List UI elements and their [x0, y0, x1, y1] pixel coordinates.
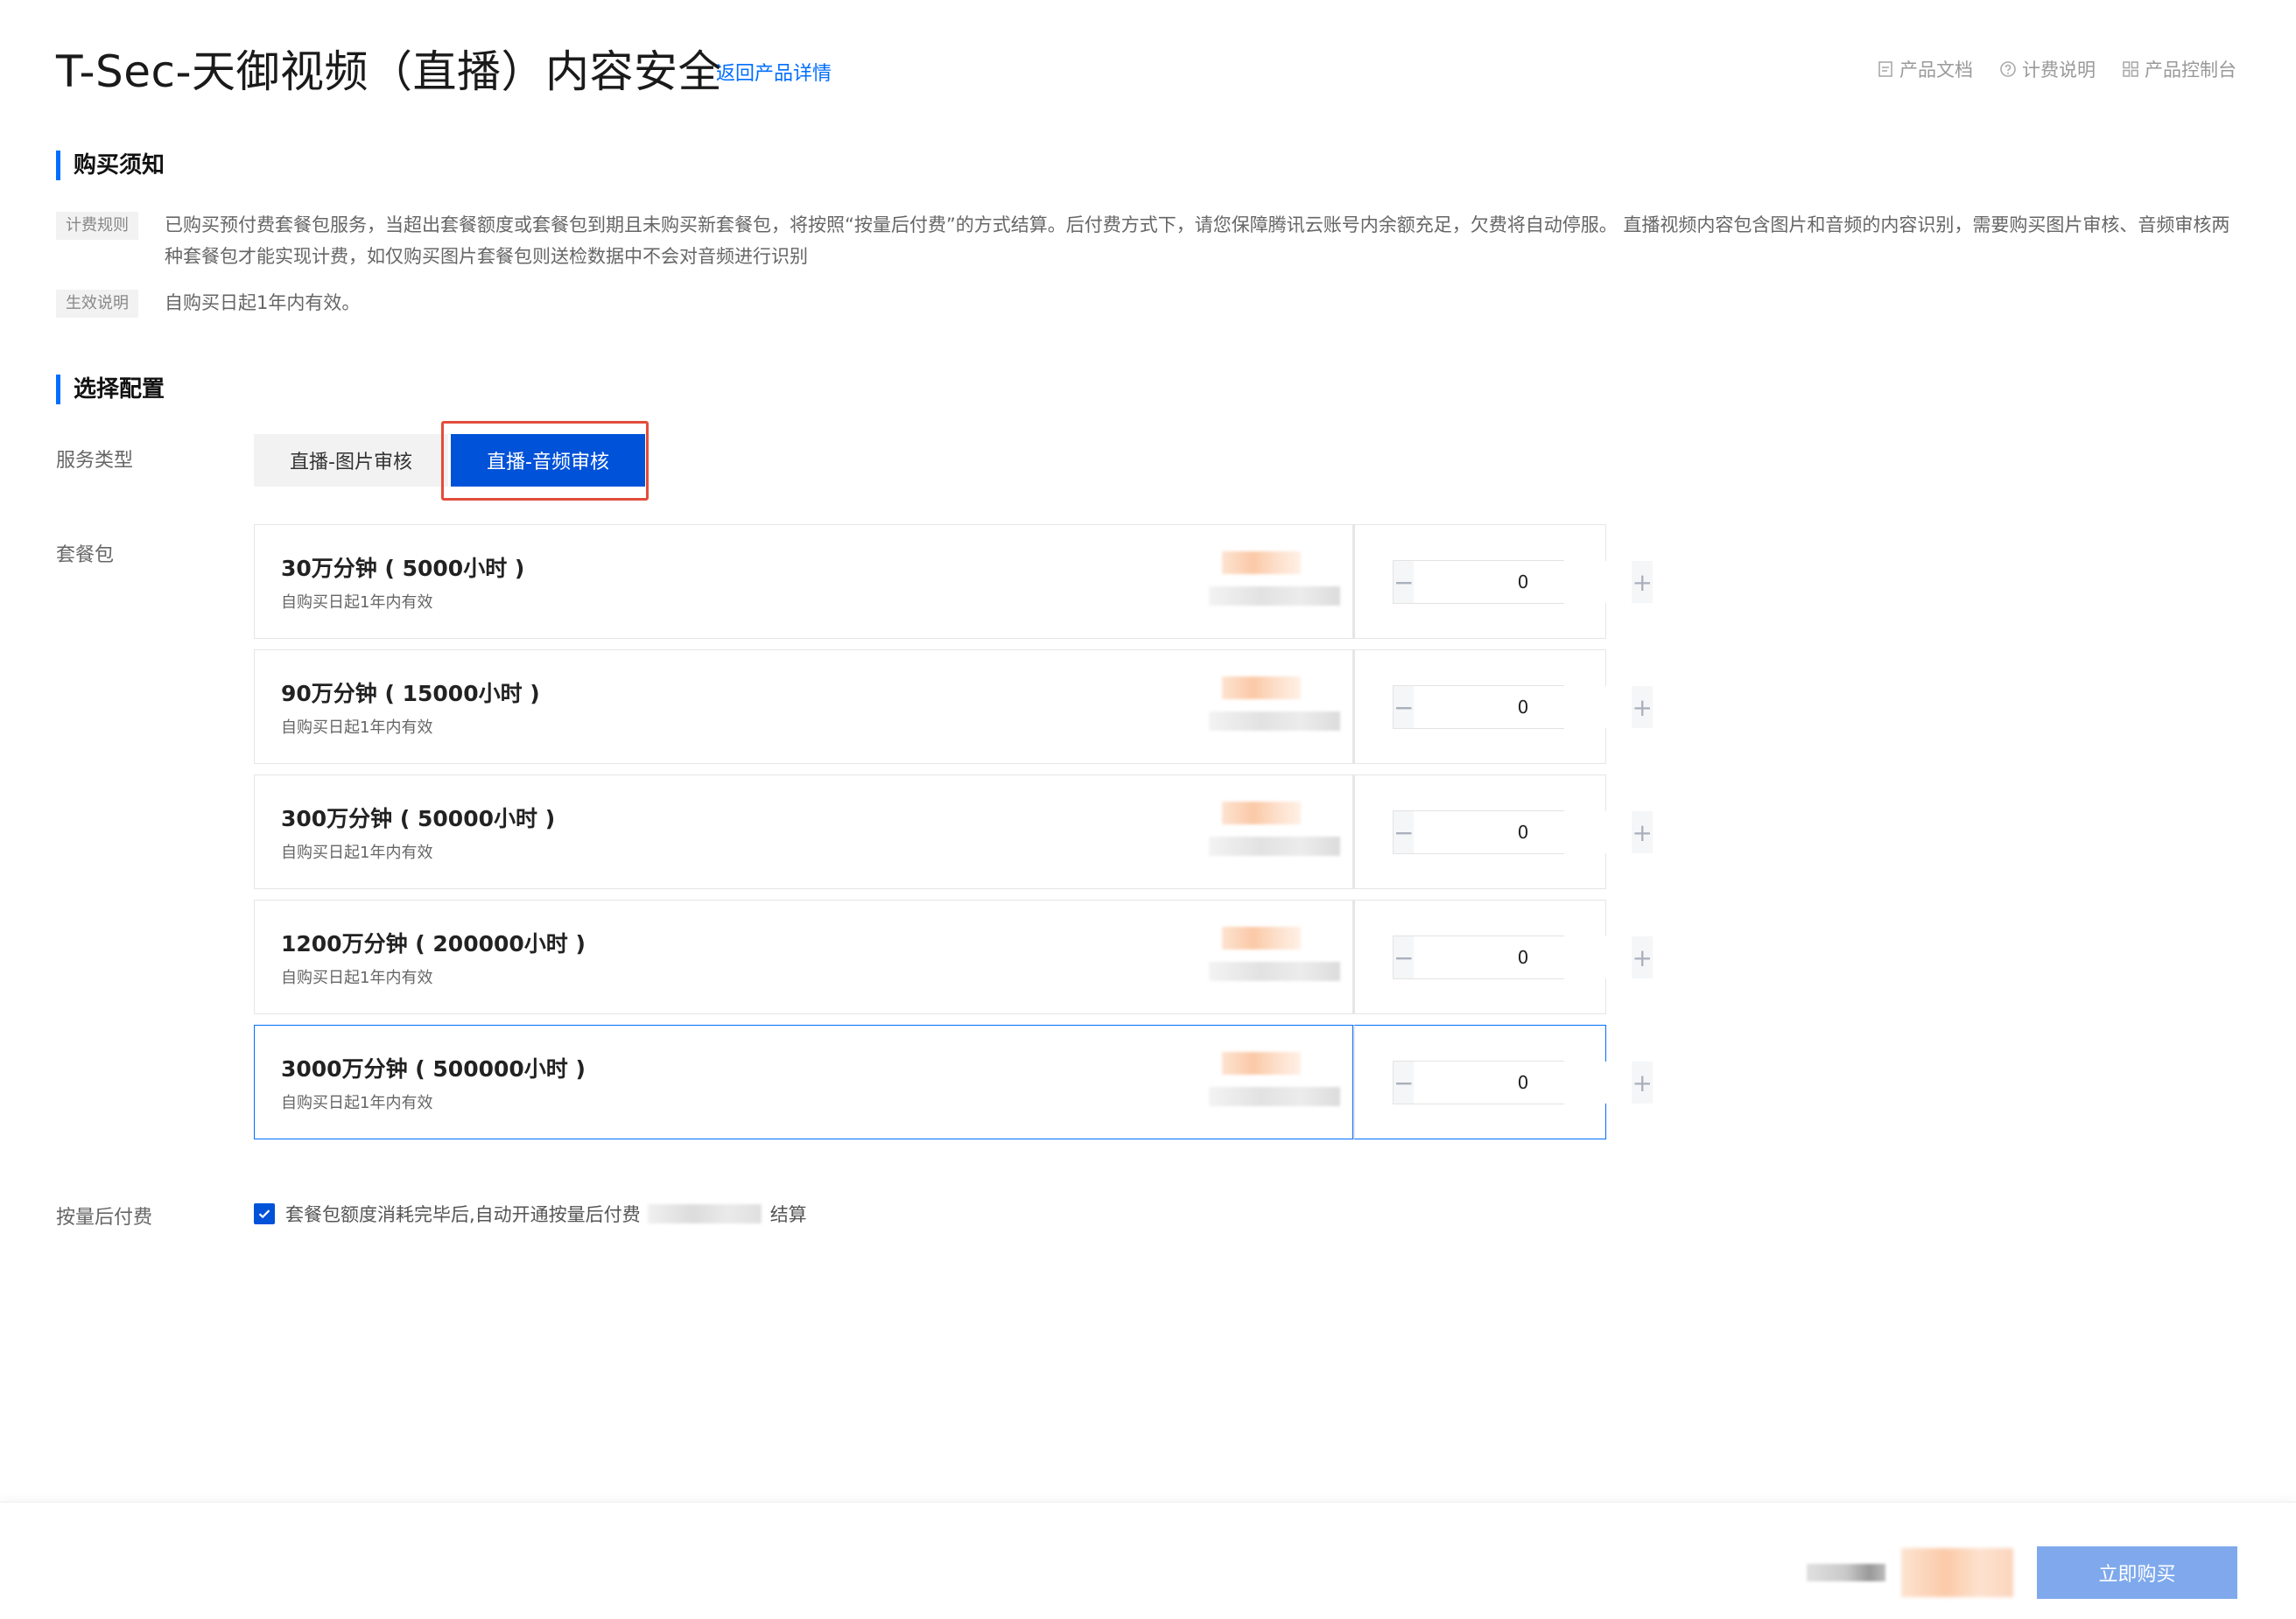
total-price-redacted [1901, 1548, 2013, 1597]
package-desc: 自购买日起1年内有效 [281, 1094, 433, 1112]
notice-text-billing: 已购买预付费套餐包服务，当超出套餐额度或套餐包到期且未购买新套餐包，将按照“按量… [165, 214, 2230, 267]
package-info[interactable]: 3000万分钟 ( 500000小时 ) 自购买日起1年内有效 [254, 1025, 1353, 1139]
notice-section-title: 购买须知 [56, 151, 165, 180]
buy-now-button[interactable]: 立即购买 [2037, 1546, 2237, 1599]
postpaid-option: 套餐包额度消耗完毕后,自动开通按量后付费 结算 [254, 1201, 807, 1227]
package-price-redacted [1209, 676, 1345, 739]
product-console-label: 产品控制台 [2145, 60, 2236, 81]
decrement-button[interactable]: − [1394, 686, 1415, 728]
increment-button[interactable]: + [1632, 686, 1653, 728]
top-links: 产品文档 计费说明 产品控制台 [1877, 56, 2236, 82]
quantity-stepper: − + [1393, 1061, 1653, 1104]
postpaid-price-redacted [647, 1204, 762, 1223]
product-docs-label: 产品文档 [1899, 60, 1973, 81]
package-name: 3000万分钟 ( 500000小时 ) [281, 1056, 586, 1082]
page-title: T-Sec-天御视频（直播）内容安全 [56, 46, 723, 97]
package-quantity: − + [1353, 900, 1653, 1014]
package-row-selected[interactable]: 3000万分钟 ( 500000小时 ) 自购买日起1年内有效 − + [254, 1025, 1653, 1139]
postpaid-label: 按量后付费 [56, 1207, 153, 1229]
postpaid-suffix: 结算 [769, 1204, 807, 1225]
notice-tag-billing: 计费规则 [56, 212, 138, 240]
quantity-stepper: − + [1393, 810, 1653, 854]
package-info[interactable]: 30万分钟 ( 5000小时 ) 自购买日起1年内有效 [254, 524, 1353, 639]
decrement-button[interactable]: − [1394, 811, 1415, 853]
package-quantity: − + [1353, 649, 1653, 764]
quantity-stepper: − + [1393, 560, 1653, 604]
notice-row-billing: 计费规则 已购买预付费套餐包服务，当超出套餐额度或套餐包到期且未购买新套餐包，将… [56, 212, 2236, 272]
package-quantity: − + [1353, 774, 1653, 889]
service-type-image-audit[interactable]: 直播-图片审核 [254, 434, 448, 487]
package-name: 90万分钟 ( 15000小时 ) [281, 681, 540, 706]
package-price-redacted [1209, 1052, 1345, 1115]
decrement-button[interactable]: − [1394, 1062, 1415, 1104]
product-console-link[interactable]: 产品控制台 [2122, 56, 2236, 82]
postpaid-text: 套餐包额度消耗完毕后,自动开通按量后付费 [285, 1204, 641, 1225]
quantity-input[interactable] [1414, 1062, 1632, 1104]
grid-icon [2123, 61, 2138, 77]
service-type-audio-audit[interactable]: 直播-音频审核 [451, 434, 645, 487]
package-info[interactable]: 90万分钟 ( 15000小时 ) 自购买日起1年内有效 [254, 649, 1353, 764]
quantity-stepper: − + [1393, 936, 1653, 979]
page-header: T-Sec-天御视频（直播）内容安全 返回产品详情 产品文档 计费说明 产品控制… [56, 33, 2236, 97]
package-price-redacted [1209, 802, 1345, 865]
product-docs-link[interactable]: 产品文档 [1877, 56, 1973, 82]
document-icon [1878, 61, 1892, 77]
back-to-product-link[interactable]: 返回产品详情 [716, 58, 832, 86]
package-quantity: − + [1353, 1025, 1653, 1139]
package-desc: 自购买日起1年内有效 [281, 844, 433, 862]
package-desc: 自购买日起1年内有效 [281, 718, 433, 737]
package-row[interactable]: 1200万分钟 ( 200000小时 ) 自购买日起1年内有效 − + [254, 900, 1653, 1014]
quantity-stepper: − + [1393, 685, 1653, 729]
increment-button[interactable]: + [1632, 936, 1653, 978]
package-name: 300万分钟 ( 50000小时 ) [281, 806, 556, 831]
package-price-redacted [1209, 551, 1345, 614]
footer-bar: 立即购买 [0, 1502, 2296, 1619]
total-label-redacted [1807, 1564, 1885, 1581]
notice-tag-effective: 生效说明 [56, 290, 138, 318]
billing-info-link[interactable]: 计费说明 [1999, 56, 2096, 82]
check-icon [258, 1209, 270, 1219]
package-name: 1200万分钟 ( 200000小时 ) [281, 931, 586, 957]
package-row[interactable]: 30万分钟 ( 5000小时 ) 自购买日起1年内有效 − + [254, 524, 1653, 639]
notice-text-effective: 自购买日起1年内有效。 [165, 292, 361, 313]
package-row[interactable]: 300万分钟 ( 50000小时 ) 自购买日起1年内有效 − + [254, 774, 1653, 889]
quantity-input[interactable] [1414, 811, 1632, 853]
increment-button[interactable]: + [1632, 561, 1653, 603]
billing-info-label: 计费说明 [2022, 60, 2096, 81]
service-type-label: 服务类型 [56, 450, 134, 472]
quantity-input[interactable] [1414, 561, 1632, 603]
package-info[interactable]: 1200万分钟 ( 200000小时 ) 自购买日起1年内有效 [254, 900, 1353, 1014]
package-desc: 自购买日起1年内有效 [281, 593, 433, 612]
package-row[interactable]: 90万分钟 ( 15000小时 ) 自购买日起1年内有效 − + [254, 649, 1653, 764]
notice-row-effective: 生效说明 自购买日起1年内有效。 [56, 290, 2236, 319]
increment-button[interactable]: + [1632, 1062, 1653, 1104]
decrement-button[interactable]: − [1394, 936, 1415, 978]
package-info[interactable]: 300万分钟 ( 50000小时 ) 自购买日起1年内有效 [254, 774, 1353, 889]
config-section-title: 选择配置 [56, 375, 165, 404]
package-price-redacted [1209, 927, 1345, 990]
increment-button[interactable]: + [1632, 811, 1653, 853]
postpaid-checkbox[interactable] [254, 1203, 275, 1224]
package-desc: 自购买日起1年内有效 [281, 969, 433, 987]
decrement-button[interactable]: − [1394, 561, 1415, 603]
package-label: 套餐包 [56, 544, 115, 566]
quantity-input[interactable] [1414, 936, 1632, 978]
package-quantity: − + [1353, 524, 1653, 639]
quantity-input[interactable] [1414, 686, 1632, 728]
question-circle-icon [2000, 61, 2016, 77]
package-name: 30万分钟 ( 5000小时 ) [281, 556, 525, 581]
